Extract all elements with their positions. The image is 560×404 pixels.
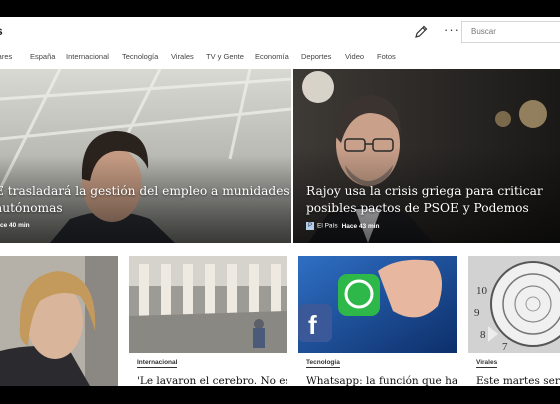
more-icon[interactable]: ··· [444,22,460,38]
hero-story-left[interactable]: E trasladará la gestión del empleo a mun… [0,69,291,243]
nav-item-economia[interactable]: Economía [255,52,289,61]
svg-text:7: 7 [502,341,508,353]
nav-item-lares[interactable]: lares [0,52,12,61]
title-bar: s ··· Buscar [0,17,560,46]
card-title-2[interactable]: 'Le lavaron el cerebro. No es [137,375,287,386]
search-input[interactable]: Buscar [461,21,560,43]
svg-text:8: 8 [480,329,486,341]
card-photo-1 [0,256,118,386]
hero-title-left[interactable]: E trasladará la gestión del empleo a mun… [0,183,291,217]
card-photo-4: 10 9 8 7 [468,256,560,353]
card-title-3[interactable]: Whatsapp: la función que hará [306,375,457,386]
source-logo-icon: P [306,222,314,230]
hero-time-right: Hace 43 min [341,222,380,230]
hero-meta-right: P El País Hace 43 min [306,222,380,230]
edit-pencil-icon[interactable] [413,24,429,40]
card-photo-3: f [298,256,457,353]
card-photo-2 [129,256,287,353]
news-card-4[interactable]: 10 9 8 7 Virales Este martes será u [468,256,560,386]
nav-item-tecnologia[interactable]: Tecnología [122,52,158,61]
hero-meta-left: ce 40 min [0,222,30,229]
category-nav: lares España Internacional Tecnología Vi… [0,46,560,68]
news-card-2[interactable]: Internacional 'Le lavaron el cerebro. No… [129,256,287,386]
card-category-2[interactable]: Internacional [137,359,178,368]
hero-story-right[interactable]: Rajoy usa la crisis griega para criticar… [293,69,560,243]
news-card-1[interactable] [0,256,118,386]
hero-source-right: El País [317,222,338,230]
svg-text:f: f [308,310,317,340]
nav-item-video[interactable]: Video [345,52,364,61]
nav-item-deportes[interactable]: Deportes [301,52,331,61]
nav-item-espana[interactable]: España [30,52,55,61]
app-window: s ··· Buscar lares España Internacional … [0,17,560,386]
svg-text:9: 9 [474,307,480,319]
card-category-4[interactable]: Virales [476,359,498,368]
hero-title-right[interactable]: Rajoy usa la crisis griega para criticar… [306,183,556,217]
news-card-3[interactable]: f Tecnología Whatsapp: la función que ha… [298,256,457,386]
app-title: s [0,24,3,38]
nav-item-tv-y-gente[interactable]: TV y Gente [206,52,244,61]
nav-item-virales[interactable]: Virales [171,52,194,61]
card-category-3[interactable]: Tecnología [306,359,340,368]
card-title-4[interactable]: Este martes será u [476,375,560,386]
hero-time-left: ce 40 min [0,222,30,229]
nav-item-fotos[interactable]: Fotos [377,52,396,61]
nav-item-internacional[interactable]: Internacional [66,52,109,61]
svg-text:10: 10 [476,285,488,297]
